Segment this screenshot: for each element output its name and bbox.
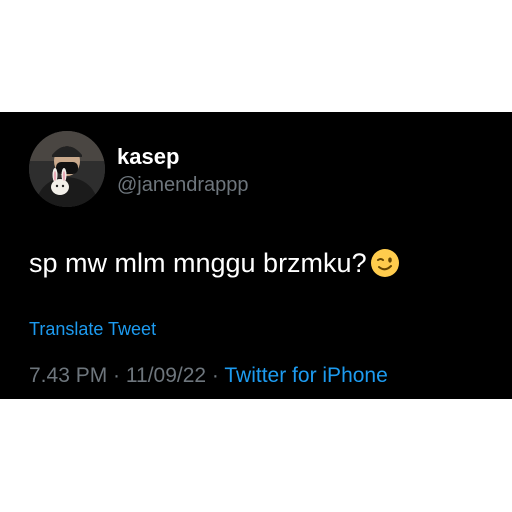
meta-separator: ·: [107, 364, 126, 387]
tweet-body: sp mw mlm mnggu brzmku?: [29, 246, 400, 280]
meta-separator: ·: [206, 364, 225, 387]
display-name[interactable]: kasep: [117, 144, 179, 170]
tweet-time[interactable]: 7.43 PM: [29, 364, 107, 387]
tweet-text: sp mw mlm mnggu brzmku?: [29, 248, 367, 278]
avatar[interactable]: [29, 131, 105, 207]
translate-tweet-link[interactable]: Translate Tweet: [29, 318, 156, 340]
tweet-date[interactable]: 11/09/22: [126, 364, 206, 387]
user-handle[interactable]: @janendrappp: [117, 172, 249, 198]
avatar-image: [29, 131, 105, 207]
winking-face-icon: [370, 249, 399, 277]
tweet-source-link[interactable]: Twitter for iPhone: [224, 364, 387, 387]
tweet-metadata: 7.43 PM · 11/09/22 · Twitter for iPhone: [29, 362, 388, 390]
